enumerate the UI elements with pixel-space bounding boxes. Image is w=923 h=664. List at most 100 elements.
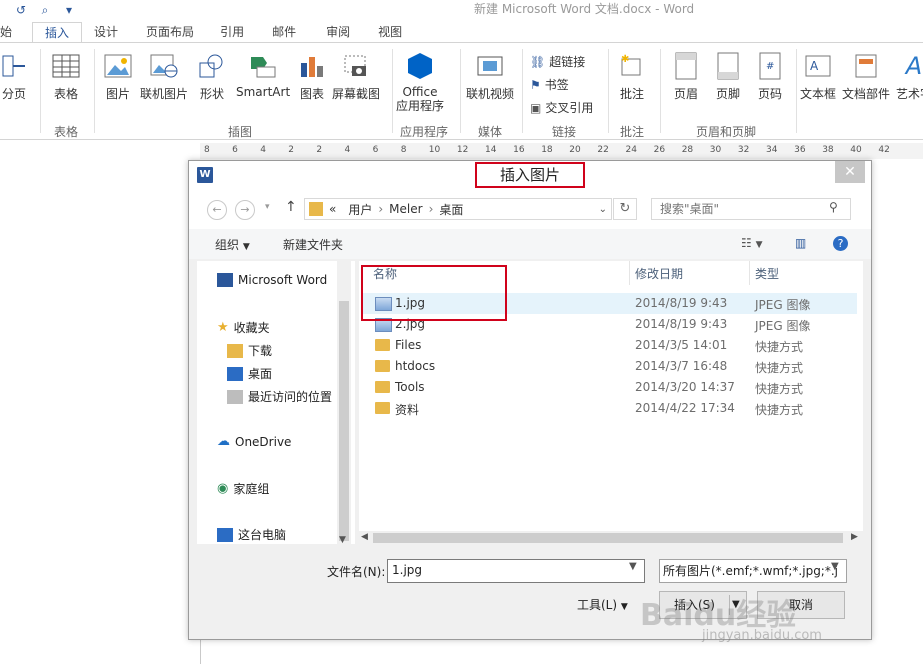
office-apps-button[interactable]: Office 应用程序 — [396, 51, 444, 113]
filename-input[interactable] — [388, 560, 626, 580]
help-button[interactable]: ? — [833, 236, 848, 251]
screenshot-button[interactable]: 屏幕截图 — [332, 51, 380, 102]
refresh-button[interactable]: ↻ — [613, 198, 637, 220]
tab-references[interactable]: 引用 — [206, 22, 256, 42]
tab-home[interactable]: 始 — [0, 22, 24, 42]
file-row[interactable]: Tools 2014/3/20 14:37 快捷方式 — [363, 377, 857, 398]
history-dropdown-icon[interactable]: ▾ — [265, 202, 270, 212]
tools-button[interactable]: 工具(L) ▼ — [577, 596, 628, 613]
nav-item-desktop[interactable]: 桌面 — [227, 365, 272, 382]
search-input[interactable] — [658, 201, 822, 217]
breadcrumb-meler[interactable]: Meler — [383, 202, 428, 216]
chevron-down-icon[interactable]: ▼ — [831, 561, 839, 572]
file-type-filter[interactable]: 所有图片(*.emf;*.wmf;*.jpg;*.j — [659, 559, 847, 583]
hyperlink-button[interactable]: ⛓ 超链接 — [530, 53, 585, 70]
nav-item-word[interactable]: Microsoft Word — [217, 273, 327, 287]
search-field[interactable] — [651, 198, 851, 220]
page-number-button[interactable]: # 页码 — [756, 51, 784, 102]
quick-parts-icon — [852, 51, 880, 81]
group-illustrations: 插图 — [228, 125, 253, 139]
ribbon: 分页 表格 表格 图片 联机图片 形状 SmartArt 图表 屏幕截图 插图 … — [0, 42, 923, 140]
film-icon — [476, 51, 504, 81]
header-button[interactable]: 页眉 — [672, 51, 700, 102]
customize-qat-icon[interactable]: ▾ — [62, 3, 76, 17]
quick-access-toolbar: ↺ ⌕ ▾ — [0, 0, 76, 20]
organize-button[interactable]: 组织 ▼ — [215, 236, 250, 253]
ruler-tick-label: 2 — [288, 145, 295, 155]
flag-icon: ⚑ — [530, 77, 541, 92]
help-icon: ? — [837, 237, 844, 250]
tab-design[interactable]: 设计 — [82, 22, 130, 42]
picture-icon — [104, 51, 132, 81]
ruler-tick-label: 16 — [513, 145, 525, 155]
folder-shortcut-icon — [375, 381, 390, 393]
nav-item-recent[interactable]: 最近访问的位置 — [227, 388, 332, 405]
address-bar[interactable]: « 用户 › Meler › 桌面 ⌄ — [304, 198, 612, 220]
column-header-modified[interactable]: 修改日期 — [635, 265, 683, 282]
undo-icon[interactable]: ↺ — [14, 3, 28, 17]
preview-pane-icon: ▥ — [795, 236, 807, 250]
up-button[interactable]: ↑ — [285, 199, 297, 215]
scroll-down-icon[interactable]: ▼ — [339, 535, 346, 545]
tab-insert[interactable]: 插入 — [32, 22, 83, 43]
online-video-button[interactable]: 联机视频 — [466, 51, 514, 102]
insert-picture-dialog: W 插入图片 ✕ ← → ▾ ↑ « 用户 › Meler › 桌面 ⌄ ↻ ⚲… — [188, 160, 872, 640]
picture-button[interactable]: 图片 — [104, 51, 132, 102]
svg-text:✱: ✱ — [621, 54, 629, 65]
nav-item-this-pc[interactable]: 这台电脑 — [217, 526, 286, 543]
wordart-button[interactable]: A 艺术字 — [896, 51, 923, 102]
page-break-button[interactable]: 分页 — [0, 51, 28, 102]
bookmark-button[interactable]: ⚑ 书签 — [530, 76, 569, 93]
folder-shortcut-icon — [375, 402, 390, 414]
comment-button[interactable]: ✱ 批注 — [618, 51, 646, 102]
ruler-tick-label: 18 — [541, 145, 553, 155]
breadcrumb-desktop[interactable]: 桌面 — [433, 201, 469, 218]
table-button[interactable]: 表格 — [52, 51, 80, 102]
close-button[interactable]: ✕ — [835, 161, 865, 183]
forward-button[interactable]: → — [235, 200, 255, 220]
group-comments: 批注 — [620, 125, 645, 139]
view-options-button[interactable]: ☷ ▼ — [741, 236, 763, 250]
ruler-tick-label: 32 — [737, 145, 750, 155]
smartart-button[interactable]: SmartArt — [236, 51, 290, 99]
window-title: 新建 Microsoft Word 文档.docx - Word — [474, 2, 695, 16]
footer-button[interactable]: 页脚 — [714, 51, 742, 102]
nav-item-onedrive[interactable]: ☁ OneDrive — [217, 434, 291, 449]
svg-text:#: # — [766, 61, 774, 72]
textbox-button[interactable]: A 文本框 — [800, 51, 836, 102]
search-icon[interactable]: ⚲ — [829, 200, 845, 216]
file-row[interactable]: Files 2014/3/5 14:01 快捷方式 — [363, 335, 857, 356]
preview-icon[interactable]: ⌕ — [38, 3, 52, 17]
nav-item-favorites[interactable]: ★ 收藏夹 — [217, 319, 270, 336]
chevron-down-icon[interactable]: ⌄ — [599, 204, 607, 215]
preview-pane-button[interactable]: ▥ — [795, 236, 806, 250]
chevron-down-icon[interactable]: ▼ — [629, 561, 637, 572]
tab-view[interactable]: 视图 — [362, 22, 414, 42]
group-links: 链接 — [552, 125, 577, 139]
tab-mailings[interactable]: 邮件 — [256, 22, 308, 42]
scroll-right-icon[interactable]: ▶ — [851, 532, 858, 542]
shapes-button[interactable]: 形状 — [198, 51, 226, 102]
quick-parts-button[interactable]: 文档部件 — [842, 51, 890, 102]
chart-button[interactable]: 图表 — [298, 51, 326, 102]
tab-review[interactable]: 审阅 — [308, 22, 362, 42]
ruler-tick-label: 6 — [372, 145, 379, 155]
svg-text:A: A — [810, 59, 819, 73]
online-picture-button[interactable]: 联机图片 — [140, 51, 188, 102]
nav-item-homegroup[interactable]: ◉ 家庭组 — [217, 480, 269, 497]
breadcrumb-users[interactable]: 用户 — [342, 201, 378, 218]
new-folder-button[interactable]: 新建文件夹 — [283, 236, 343, 253]
scroll-left-icon[interactable]: ◀ — [361, 532, 368, 542]
file-row[interactable]: htdocs 2014/3/7 16:48 快捷方式 — [363, 356, 857, 377]
tab-layout[interactable]: 页面布局 — [130, 22, 206, 42]
hscroll-thumb[interactable] — [373, 533, 843, 543]
nav-pane-scroll-thumb[interactable] — [339, 301, 349, 541]
filename-field[interactable] — [387, 559, 645, 583]
ruler-tick-label: 4 — [260, 145, 266, 155]
column-header-type[interactable]: 类型 — [755, 265, 779, 282]
word-app-icon: W — [197, 167, 213, 183]
back-button[interactable]: ← — [207, 200, 227, 220]
nav-item-downloads[interactable]: 下载 — [227, 342, 272, 359]
file-row[interactable]: 资料 2014/4/22 17:34 快捷方式 — [363, 398, 857, 419]
cross-reference-button[interactable]: ▣ 交叉引用 — [530, 99, 593, 116]
